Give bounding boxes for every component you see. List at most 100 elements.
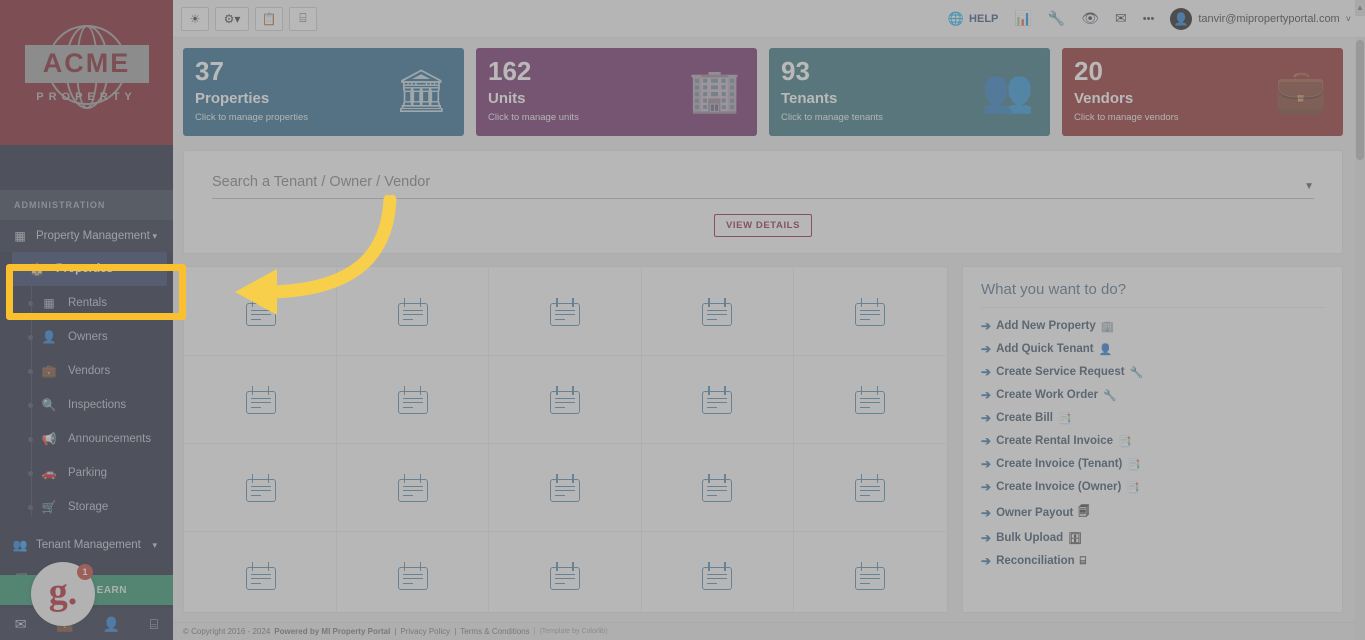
quick-action-owner-payout[interactable]: ➔Owner Payout🗐 <box>981 503 1324 522</box>
panel-title: What you want to do? <box>981 281 1324 308</box>
briefcase-icon: 💼 <box>1275 70 1327 112</box>
note-icon <box>550 386 580 414</box>
wrench-icon[interactable]: 🔧 <box>1048 10 1065 27</box>
property-card-placeholder[interactable] <box>185 356 337 444</box>
view-details-button[interactable]: VIEW DETAILS <box>714 214 812 237</box>
scroll-up-arrow-icon[interactable]: ▲ <box>1355 0 1365 16</box>
sidebar-item-announcements[interactable]: 📢 Announcements <box>0 422 173 456</box>
quick-action-create-work-order[interactable]: ➔Create Work Order🔧 <box>981 388 1324 402</box>
property-card-placeholder[interactable] <box>337 532 489 613</box>
arrow-right-icon: ➔ <box>981 506 991 520</box>
property-card-placeholder[interactable] <box>642 444 794 532</box>
user-icon[interactable]: 👤 <box>103 616 120 633</box>
chevron-down-icon: ▾ <box>152 231 157 242</box>
building-icon: 🏢 <box>689 70 741 112</box>
vertical-scrollbar-thumb[interactable] <box>1356 40 1364 160</box>
property-card-placeholder[interactable] <box>794 356 946 444</box>
arrow-right-icon: ➔ <box>981 388 991 402</box>
calculator-icon: ⌸ <box>1080 555 1087 568</box>
sidebar-item-vendors[interactable]: 💼 Vendors <box>0 354 173 388</box>
stat-card-properties[interactable]: 37 Properties Click to manage properties… <box>183 48 464 136</box>
user-icon: 👤 <box>38 330 60 344</box>
footer-terms-link[interactable]: Terms & Conditions <box>460 627 529 636</box>
brand-logo[interactable]: ACME PROPERTY <box>0 0 173 145</box>
property-card-placeholder[interactable] <box>337 268 489 356</box>
property-card-placeholder[interactable] <box>185 532 337 613</box>
sidebar-item-owners[interactable]: 👤 Owners <box>0 320 173 354</box>
footer-separator: | <box>534 628 536 635</box>
stat-card-vendors[interactable]: 20 Vendors Click to manage vendors 💼 <box>1062 48 1343 136</box>
sidebar-group-tenant-management[interactable]: 👥 Tenant Management ▾ <box>0 526 173 564</box>
sidebar-item-rentals[interactable]: ▦ Rentals <box>0 286 173 320</box>
stat-card-units[interactable]: 162 Units Click to manage units 🏢 <box>476 48 757 136</box>
note-icon <box>246 562 276 590</box>
ellipsis-icon[interactable]: ••• <box>1143 13 1155 25</box>
property-card-placeholder[interactable] <box>794 268 946 356</box>
sidebar-item-label: Announcements <box>68 433 151 445</box>
user-menu[interactable]: 👤 tanvir@mipropertyportal.com ˅ <box>1170 8 1351 30</box>
app-root: ACME PROPERTY ADMINISTRATION ▦ Property … <box>0 0 1365 640</box>
sidebar-item-properties[interactable]: 🏠 Properties <box>12 252 167 286</box>
clipboard-icon[interactable]: 📋 <box>255 7 283 31</box>
megaphone-icon: 📢 <box>38 432 60 446</box>
quick-action-bulk-upload[interactable]: ➔Bulk Upload🗄 <box>981 531 1324 545</box>
quick-action-create-service-request[interactable]: ➔Create Service Request🔧 <box>981 365 1324 379</box>
property-card-placeholder[interactable] <box>489 268 641 356</box>
note-icon <box>702 562 732 590</box>
quick-action-label: Create Rental Invoice <box>996 435 1113 447</box>
note-icon <box>702 298 732 326</box>
people-icon: 👥 <box>982 70 1034 112</box>
property-card-placeholder[interactable] <box>489 444 641 532</box>
property-card-placeholder[interactable] <box>489 356 641 444</box>
property-card-placeholder[interactable] <box>337 444 489 532</box>
quick-action-label: Owner Payout <box>996 507 1073 519</box>
property-card-placeholder[interactable] <box>642 268 794 356</box>
arrow-right-icon: ➔ <box>981 480 991 494</box>
property-card-placeholder[interactable] <box>794 444 946 532</box>
sidebar-item-label: Properties <box>56 263 113 275</box>
chart-icon[interactable]: 📊 <box>1014 10 1031 27</box>
help-button[interactable]: 🌐 HELP <box>948 11 999 27</box>
search-input[interactable]: Search a Tenant / Owner / Vendor <box>212 174 430 190</box>
note-icon <box>702 474 732 502</box>
sidebar-item-storage[interactable]: 🛒 Storage <box>0 490 173 524</box>
gear-icon[interactable]: ⚙▾ <box>215 7 249 31</box>
property-card-placeholder[interactable] <box>337 356 489 444</box>
footer-separator: | <box>454 627 456 636</box>
property-card-placeholder[interactable] <box>185 268 337 356</box>
footer-privacy-policy-link[interactable]: Privacy Policy <box>400 627 450 636</box>
calculator-icon[interactable]: ⌸ <box>289 7 317 31</box>
sidebar-item-parking[interactable]: 🚗 Parking <box>0 456 173 490</box>
quick-action-create-bill[interactable]: ➔Create Bill📑 <box>981 411 1324 425</box>
stat-card-tenants[interactable]: 93 Tenants Click to manage tenants 👥 <box>769 48 1050 136</box>
sidebar-item-inspections[interactable]: 🔍 Inspections <box>0 388 173 422</box>
logo-banner: ACME <box>25 45 149 83</box>
arrow-right-icon: ➔ <box>981 554 991 568</box>
quick-action-create-invoice-tenant[interactable]: ➔Create Invoice (Tenant)📑 <box>981 457 1324 471</box>
chevron-down-icon[interactable]: ▼ <box>1304 181 1314 192</box>
quick-action-create-invoice-owner[interactable]: ➔Create Invoice (Owner)📑 <box>981 480 1324 494</box>
sidebar-group-label: Tenant Management <box>36 539 152 551</box>
dashboard-icon[interactable]: ☀ <box>181 7 209 31</box>
quick-action-create-rental-invoice[interactable]: ➔Create Rental Invoice📑 <box>981 434 1324 448</box>
quick-action-add-quick-tenant[interactable]: ➔Add Quick Tenant👤 <box>981 342 1324 356</box>
property-card-placeholder[interactable] <box>185 444 337 532</box>
home-icon: 🏠 <box>26 262 48 276</box>
sidebar-section-administration: ADMINISTRATION <box>0 190 173 220</box>
envelope-icon[interactable]: ✉ <box>1115 10 1127 27</box>
property-card-placeholder[interactable] <box>489 532 641 613</box>
main-content: ☀ ⚙▾ 📋 ⌸ 🌐 HELP 📊 🔧 👁 ✉ ••• 👤 tanvir@mip… <box>173 0 1365 640</box>
support-widget-badge[interactable]: g. 1 <box>31 562 95 626</box>
eye-icon[interactable]: 👁 <box>1081 10 1099 27</box>
property-card-placeholder[interactable] <box>794 532 946 613</box>
quick-action-reconciliation[interactable]: ➔Reconciliation⌸ <box>981 554 1324 568</box>
quick-action-add-new-property[interactable]: ➔Add New Property🏢 <box>981 319 1324 333</box>
property-card-placeholder[interactable] <box>642 356 794 444</box>
envelope-icon[interactable]: ✉ <box>15 616 27 633</box>
sidebar-group-property-management[interactable]: ▦ Property Management ▾ <box>0 220 173 252</box>
calculator-icon[interactable]: ⌸ <box>150 616 158 633</box>
property-card-placeholder[interactable] <box>642 532 794 613</box>
sidebar-item-label: Inspections <box>68 399 126 411</box>
chevron-down-icon: ▾ <box>152 540 157 551</box>
search-input-wrapper[interactable]: Search a Tenant / Owner / Vendor ▼ <box>212 173 1314 199</box>
